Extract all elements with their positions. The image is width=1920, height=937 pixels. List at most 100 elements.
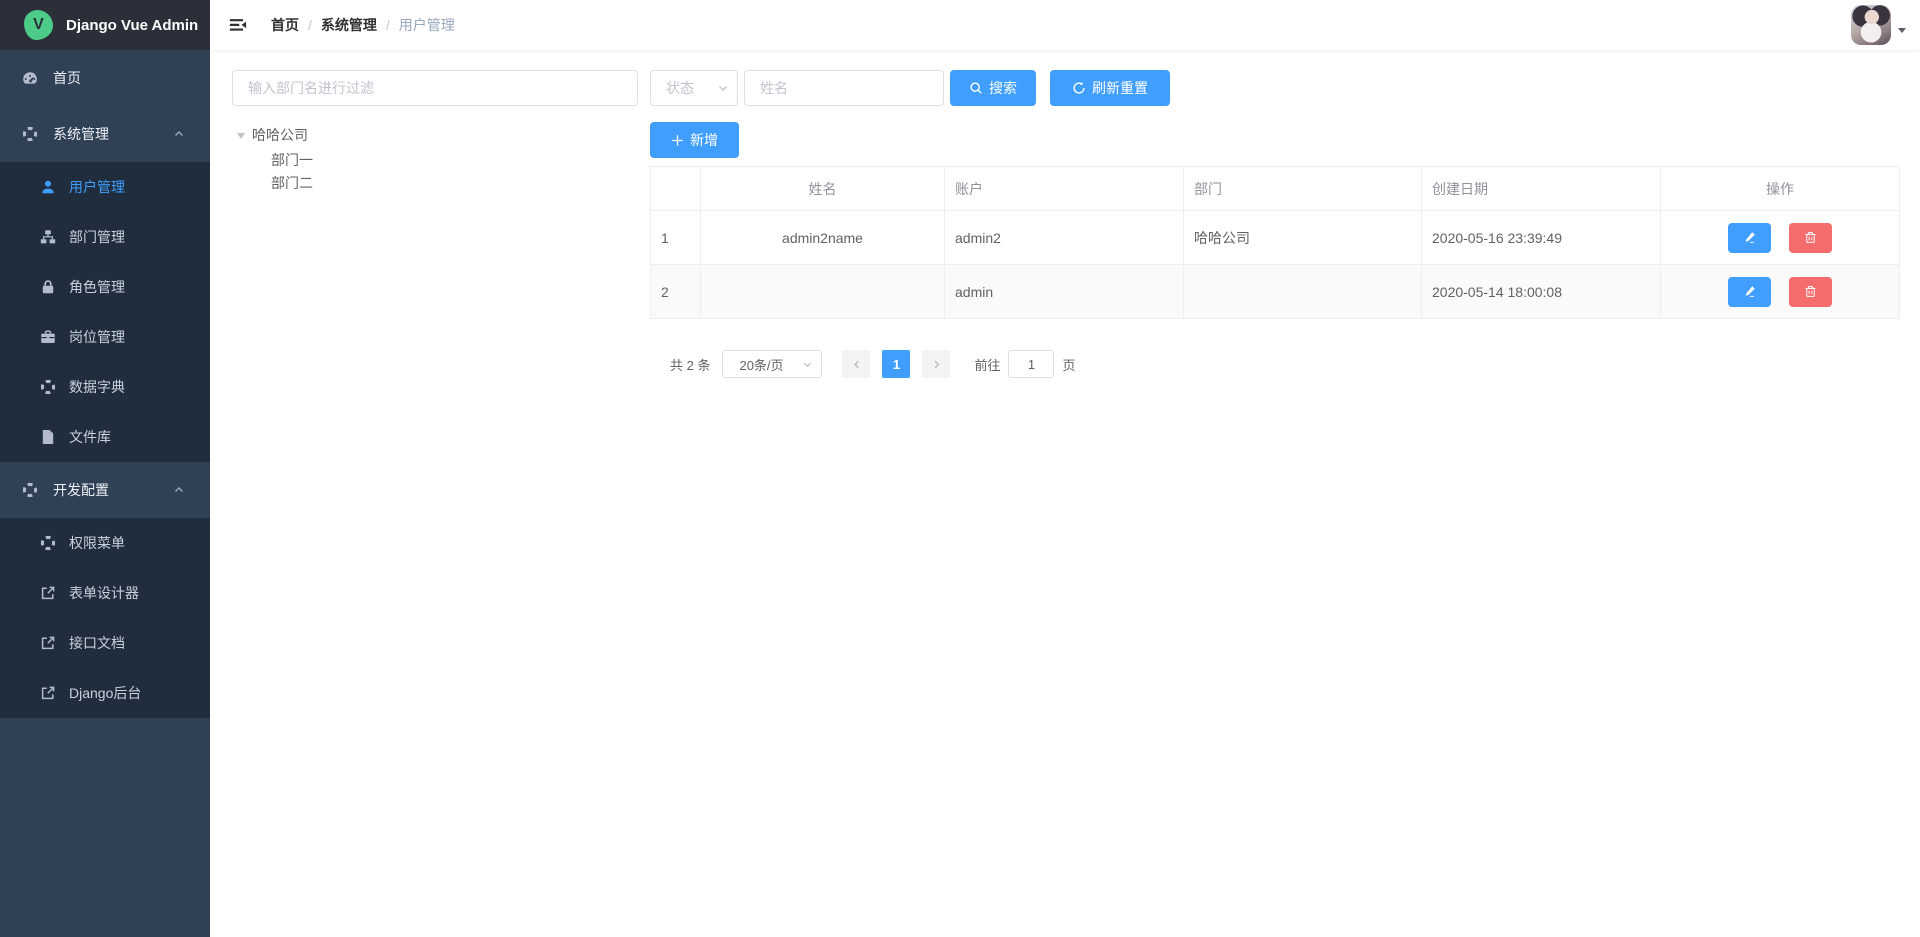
breadcrumb: 首页 / 系统管理 / 用户管理 xyxy=(271,15,455,35)
submenu-dev: 权限菜单 表单设计器 接口文档 Django后台 xyxy=(0,518,210,718)
cell-actions xyxy=(1661,265,1900,319)
cell-index: 1 xyxy=(651,211,701,265)
edit-icon xyxy=(1743,285,1756,298)
tree-node-label: 哈哈公司 xyxy=(252,125,308,145)
refresh-icon xyxy=(1072,81,1086,95)
chevron-down-icon xyxy=(802,359,813,370)
page-size-select[interactable]: 20条/页 xyxy=(722,350,822,378)
cell-index: 2 xyxy=(651,265,701,319)
sidebar-item-label: 首页 xyxy=(53,68,81,88)
sidebar-group-label: 系统管理 xyxy=(53,124,109,144)
component-icon xyxy=(22,126,38,142)
component-icon xyxy=(40,379,56,395)
sidebar-item-label: 表单设计器 xyxy=(69,583,139,603)
cell-name: admin2name xyxy=(701,211,945,265)
edit-icon xyxy=(1743,231,1756,244)
tree-node-dept-2[interactable]: 部门二 xyxy=(232,172,638,194)
dashboard-icon xyxy=(22,70,38,86)
delete-button[interactable] xyxy=(1789,277,1832,307)
status-select[interactable]: 状态 xyxy=(650,70,738,106)
cell-dept xyxy=(1184,265,1422,319)
hamburger-icon[interactable] xyxy=(210,0,263,50)
breadcrumb-separator: / xyxy=(386,17,390,33)
sidebar-item-dictionary[interactable]: 数据字典 xyxy=(0,362,210,412)
goto-page-input[interactable] xyxy=(1008,350,1054,378)
sidebar-item-label: 文件库 xyxy=(69,427,111,447)
caret-down-icon xyxy=(1898,28,1906,37)
external-link-icon xyxy=(40,585,56,601)
caret-down-icon xyxy=(237,133,245,143)
plus-icon xyxy=(671,134,684,147)
vue-logo-icon: V xyxy=(24,10,53,40)
org-tree-icon xyxy=(40,229,56,245)
sidebar-item-files[interactable]: 文件库 xyxy=(0,412,210,462)
sidebar: V Django Vue Admin 首页 系统管理 用户管理 xyxy=(0,0,210,937)
search-button[interactable]: 搜索 xyxy=(950,70,1036,106)
breadcrumb-current: 用户管理 xyxy=(399,15,455,35)
users-panel: 状态 搜索 刷新重置 新增 xyxy=(650,70,1900,937)
breadcrumb-home[interactable]: 首页 xyxy=(271,15,299,35)
status-select-placeholder: 状态 xyxy=(666,78,694,98)
edit-button[interactable] xyxy=(1728,277,1771,307)
user-avatar[interactable] xyxy=(1851,5,1906,45)
tree-node-dept-1[interactable]: 部门一 xyxy=(232,149,638,171)
external-link-icon xyxy=(40,685,56,701)
prev-page-button[interactable] xyxy=(842,350,870,378)
sidebar-item-departments[interactable]: 部门管理 xyxy=(0,212,210,262)
chevron-right-icon xyxy=(931,359,942,370)
table-header-row: 姓名 账户 部门 创建日期 操作 xyxy=(651,167,1900,211)
pagination: 共 2 条 20条/页 1 前往 页 xyxy=(650,350,1900,378)
department-panel: 哈哈公司 部门一 部门二 xyxy=(232,70,638,937)
sidebar-group-system[interactable]: 系统管理 xyxy=(0,106,210,162)
table-row: 2 admin 2020-05-14 18:00:08 xyxy=(651,265,1900,319)
goto-label: 前往 xyxy=(974,355,1000,374)
cell-actions xyxy=(1661,211,1900,265)
tree-node-label: 部门一 xyxy=(271,150,313,170)
page-number-button[interactable]: 1 xyxy=(882,350,910,378)
sidebar-group-dev[interactable]: 开发配置 xyxy=(0,462,210,518)
sidebar-item-users[interactable]: 用户管理 xyxy=(0,162,210,212)
sidebar-item-api-docs[interactable]: 接口文档 xyxy=(0,618,210,668)
tree-node-company[interactable]: 哈哈公司 xyxy=(232,122,638,148)
sidebar-menu: 首页 系统管理 用户管理 部门管理 xyxy=(0,50,210,718)
sidebar-item-label: 数据字典 xyxy=(69,377,125,397)
cell-created: 2020-05-14 18:00:08 xyxy=(1422,265,1661,319)
sidebar-item-form-designer[interactable]: 表单设计器 xyxy=(0,568,210,618)
submenu-system: 用户管理 部门管理 角色管理 岗位管理 xyxy=(0,162,210,462)
table-row: 1 admin2name admin2 哈哈公司 2020-05-16 23:3… xyxy=(651,211,1900,265)
sidebar-item-home[interactable]: 首页 xyxy=(0,50,210,106)
component-icon xyxy=(22,482,38,498)
sidebar-item-label: 部门管理 xyxy=(69,227,125,247)
app-logo[interactable]: V Django Vue Admin xyxy=(0,0,210,50)
sidebar-item-django-admin[interactable]: Django后台 xyxy=(0,668,210,718)
lock-icon xyxy=(40,279,56,295)
sidebar-item-label: 角色管理 xyxy=(69,277,125,297)
sidebar-item-label: Django后台 xyxy=(69,683,141,703)
delete-button[interactable] xyxy=(1789,223,1832,253)
search-icon xyxy=(969,81,983,95)
user-icon xyxy=(40,179,56,195)
sidebar-item-posts[interactable]: 岗位管理 xyxy=(0,312,210,362)
sidebar-item-label: 用户管理 xyxy=(69,177,125,197)
sidebar-item-permission-menu[interactable]: 权限菜单 xyxy=(0,518,210,568)
filter-toolbar: 状态 搜索 刷新重置 xyxy=(650,70,1900,106)
avatar-image xyxy=(1851,5,1891,45)
breadcrumb-separator: / xyxy=(308,17,312,33)
sidebar-item-roles[interactable]: 角色管理 xyxy=(0,262,210,312)
chevron-down-icon xyxy=(717,82,729,94)
cell-account: admin xyxy=(945,265,1184,319)
name-filter-input[interactable] xyxy=(744,70,944,106)
dept-filter-input[interactable] xyxy=(232,70,638,106)
add-button[interactable]: 新增 xyxy=(650,122,739,158)
next-page-button[interactable] xyxy=(922,350,950,378)
users-table: 姓名 账户 部门 创建日期 操作 1 admin2name admin2 哈哈公… xyxy=(650,166,1900,319)
col-header-actions: 操作 xyxy=(1661,167,1900,211)
breadcrumb-system[interactable]: 系统管理 xyxy=(321,15,377,35)
cell-name xyxy=(701,265,945,319)
cell-created: 2020-05-16 23:39:49 xyxy=(1422,211,1661,265)
chevron-up-icon xyxy=(173,484,185,496)
sidebar-item-label: 权限菜单 xyxy=(69,533,125,553)
edit-button[interactable] xyxy=(1728,223,1771,253)
table-actions: 新增 xyxy=(650,122,1900,158)
refresh-reset-button[interactable]: 刷新重置 xyxy=(1050,70,1170,106)
